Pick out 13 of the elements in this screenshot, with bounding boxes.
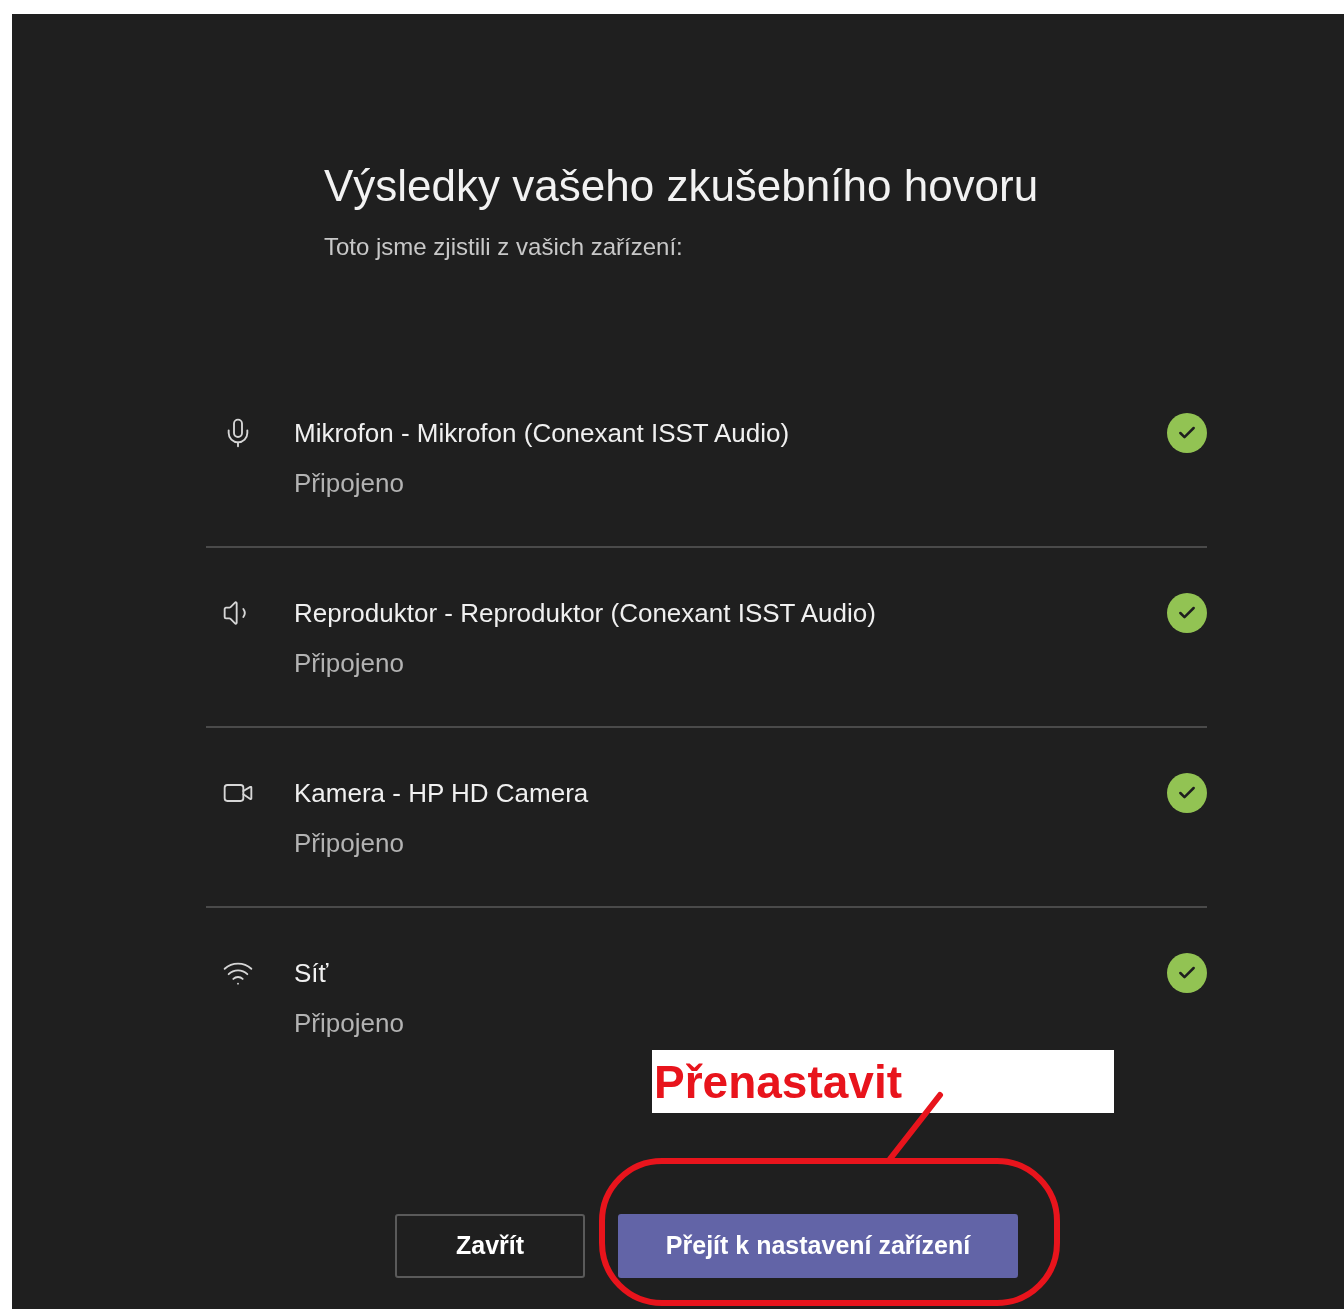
- close-button[interactable]: Zavřít: [395, 1214, 585, 1278]
- device-settings-button[interactable]: Přejít k nastavení zařízení: [618, 1214, 1018, 1278]
- device-name: Mikrofon - Mikrofon (Conexant ISST Audio): [294, 417, 790, 450]
- device-status: Připojeno: [294, 647, 404, 680]
- device-status: Připojeno: [294, 1007, 404, 1040]
- dialog-subtitle: Toto jsme zjistili z vašich zařízení:: [324, 232, 683, 262]
- device-status: Připojeno: [294, 827, 404, 860]
- annotation-text: Přenastavit: [654, 1055, 902, 1108]
- dialog-title: Výsledky vašeho zkušebního hovoru: [324, 160, 1039, 212]
- device-status: Připojeno: [294, 467, 404, 500]
- device-name: Kamera - HP HD Camera: [294, 777, 589, 810]
- device-name: Reproduktor - Reproduktor (Conexant ISST Audio): [294, 597, 876, 630]
- device-name: Síť: [294, 957, 329, 990]
